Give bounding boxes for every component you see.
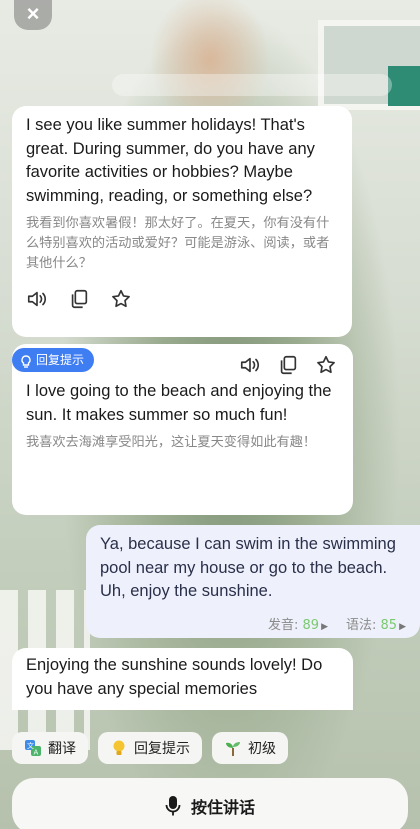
copy-icon[interactable] <box>68 288 90 310</box>
sprout-icon <box>224 739 242 757</box>
close-button[interactable]: × <box>14 0 52 30</box>
reply-hint-bubble: 回复提示 I love going to the beach and enjoy… <box>12 344 353 515</box>
star-icon[interactable] <box>315 354 337 376</box>
speaker-icon[interactable] <box>26 288 48 310</box>
reply-hint-chip[interactable]: 回复提示 <box>98 732 202 764</box>
reply-hint-chip-label: 回复提示 <box>134 741 190 757</box>
play-arrow-icon: ▶ <box>321 621 328 632</box>
speaker-icon[interactable] <box>239 354 261 376</box>
ai-message-english: I see you like summer holidays! That's g… <box>26 116 315 205</box>
reply-hint-tag: 回复提示 <box>12 348 95 372</box>
top-status-pill <box>112 74 392 96</box>
ai-message-bubble: I see you like summer holidays! That's g… <box>12 106 352 337</box>
pronunciation-value: 89 <box>302 617 320 633</box>
user-message-text: Ya, because I can swim in the swimming p… <box>100 535 396 600</box>
translate-chip-label: 翻译 <box>48 741 76 757</box>
score-row: 发音: 89 ▶ 语法: 85 ▶ <box>100 614 406 633</box>
hint-english: I love going to the beach and enjoying t… <box>26 382 332 424</box>
level-chip-label: 初级 <box>248 741 276 757</box>
user-message-bubble: Ya, because I can swim in the swimming p… <box>86 525 420 638</box>
star-icon[interactable] <box>110 288 132 310</box>
hold-to-talk-button[interactable]: 按住讲话 <box>12 778 408 829</box>
action-chips: 文 A 翻译 回复提示 初级 <box>12 732 288 764</box>
lightbulb-icon <box>20 353 32 368</box>
hold-to-talk-label: 按住讲话 <box>190 798 255 817</box>
grammar-score[interactable]: 语法: 85 ▶ <box>346 614 406 633</box>
ai-message-bubble-2: Enjoying the sunshine sounds lovely! Do … <box>12 648 353 710</box>
microphone-icon <box>165 795 181 817</box>
close-icon: × <box>26 1 40 26</box>
copy-icon[interactable] <box>277 354 299 376</box>
translate-chip[interactable]: 文 A 翻译 <box>12 732 88 764</box>
play-arrow-icon: ▶ <box>399 621 406 632</box>
wall-picture-frame <box>318 20 420 110</box>
lightbulb-icon <box>110 739 128 757</box>
pronunciation-label: 发音: <box>268 617 299 633</box>
reply-hint-tag-label: 回复提示 <box>36 353 85 367</box>
ai-message-translation: 我看到你喜欢暑假！那太好了。在夏天，你有没有什么特别喜欢的活动或爱好？可能是游泳… <box>26 216 330 271</box>
grammar-value: 85 <box>380 617 398 633</box>
grammar-label: 语法: <box>346 617 377 633</box>
hint-translation: 我喜欢去海滩享受阳光，这让夏天变得如此有趣！ <box>26 435 317 450</box>
ai-message-2-english: Enjoying the sunshine sounds lovely! Do … <box>26 656 323 698</box>
level-chip[interactable]: 初级 <box>212 732 288 764</box>
svg-text:A: A <box>34 749 39 757</box>
pronunciation-score[interactable]: 发音: 89 ▶ <box>268 614 328 633</box>
translate-icon: 文 A <box>24 739 42 757</box>
